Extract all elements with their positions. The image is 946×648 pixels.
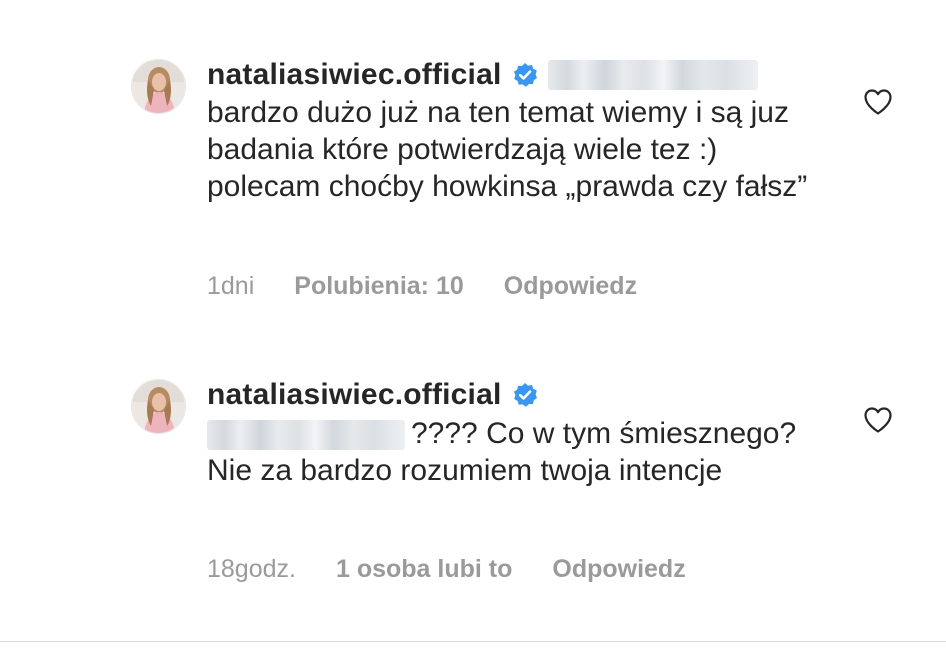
avatar[interactable] bbox=[131, 379, 186, 434]
comment-text: ???? Co w tym śmiesznego? Nie za bardzo … bbox=[207, 415, 827, 489]
likes-count[interactable]: Polubienia: 10 bbox=[294, 272, 463, 301]
comment-header: nataliasiwiec.official bbox=[207, 55, 827, 95]
blurred-mention bbox=[547, 60, 758, 90]
comment-header: nataliasiwiec.official bbox=[207, 375, 827, 415]
verified-badge-icon bbox=[513, 383, 537, 407]
comment-text: bardzo dużo już na ten temat wiemy i są … bbox=[207, 96, 808, 203]
comment-body: nataliasiwiec.official bardzo dużo już n… bbox=[207, 55, 827, 205]
username-link[interactable]: nataliasiwiec.official bbox=[207, 375, 502, 415]
avatar[interactable] bbox=[131, 59, 186, 114]
reply-button[interactable]: Odpowiedz bbox=[504, 272, 637, 301]
comment-body: nataliasiwiec.official ???? Co w tym śmi… bbox=[207, 375, 827, 489]
comment-meta: 1dni Polubienia: 10 Odpowiedz bbox=[207, 272, 677, 301]
comment-meta: 18godz. 1 osoba lubi to Odpowiedz bbox=[207, 555, 726, 584]
blurred-mention bbox=[207, 420, 405, 451]
comments-panel: nataliasiwiec.official bardzo dużo już n… bbox=[0, 0, 946, 648]
comment-time: 1dni bbox=[207, 272, 255, 300]
avatar-image bbox=[132, 380, 185, 433]
verified-badge-icon bbox=[513, 63, 537, 87]
username-link[interactable]: nataliasiwiec.official bbox=[207, 55, 502, 95]
comment-time: 18godz. bbox=[207, 555, 296, 583]
heart-icon[interactable] bbox=[862, 86, 894, 118]
likes-count[interactable]: 1 osoba lubi to bbox=[336, 555, 512, 584]
heart-icon[interactable] bbox=[862, 404, 894, 436]
reply-button[interactable]: Odpowiedz bbox=[552, 555, 685, 584]
avatar-image bbox=[132, 60, 185, 113]
divider bbox=[0, 641, 946, 642]
